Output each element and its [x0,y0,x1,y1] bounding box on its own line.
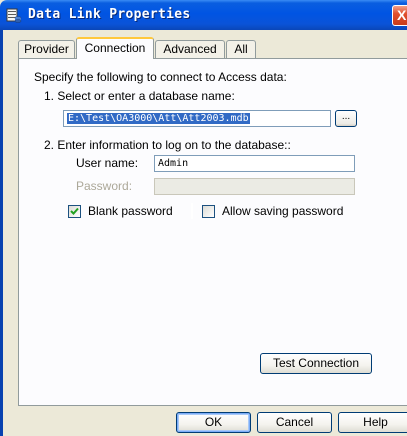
username-value: Admin [158,158,189,169]
username-label: User name: [76,156,139,170]
ok-button[interactable]: OK [176,412,251,433]
tab-provider[interactable]: Provider [18,40,75,58]
database-path-selection: E:\Test\OA3000\Att\Att2003.mdb [67,113,250,124]
close-icon: X [397,7,407,23]
help-label: Help [363,415,388,429]
blank-password-checkbox[interactable] [68,205,81,218]
title-bar[interactable]: Data Link Properties X [0,0,407,30]
tab-connection[interactable]: Connection [76,37,154,59]
cancel-button[interactable]: Cancel [257,412,332,433]
data-link-icon [6,8,22,23]
checkmark-icon [70,207,79,215]
divider [191,203,193,219]
tab-advanced[interactable]: Advanced [155,40,225,58]
database-name-input[interactable]: E:\Test\OA3000\Att\Att2003.mdb [63,110,331,127]
tab-advanced-label: Advanced [163,42,217,56]
browse-button[interactable]: ... [335,110,357,127]
window-title: Data Link Properties [28,7,191,22]
data-link-properties-window: Data Link Properties X Provider Connecti… [0,0,407,436]
tab-all[interactable]: All [226,40,256,58]
tab-connection-label: Connection [84,41,146,55]
step2-label: 2. Enter information to log on to the da… [44,138,291,152]
test-connection-button[interactable]: Test Connection [260,353,372,374]
username-input[interactable]: Admin [154,155,355,172]
allow-saving-password-label[interactable]: Allow saving password [222,204,343,218]
password-label: Password: [76,179,133,193]
step1-label: 1. Select or enter a database name: [44,89,235,103]
password-input[interactable] [154,178,355,195]
tab-provider-label: Provider [24,42,69,56]
blank-password-label[interactable]: Blank password [88,204,173,218]
help-button[interactable]: Help [338,412,407,433]
browse-button-label: ... [341,111,351,122]
cancel-label: Cancel [275,415,314,429]
allow-saving-password-checkbox[interactable] [202,205,215,218]
intro-text: Specify the following to connect to Acce… [34,70,287,84]
connection-panel: Specify the following to connect to Acce… [18,58,407,406]
close-button[interactable]: X [392,5,407,26]
test-connection-label: Test Connection [272,356,360,370]
tab-all-label: All [234,42,248,56]
ok-label: OK [204,415,223,429]
